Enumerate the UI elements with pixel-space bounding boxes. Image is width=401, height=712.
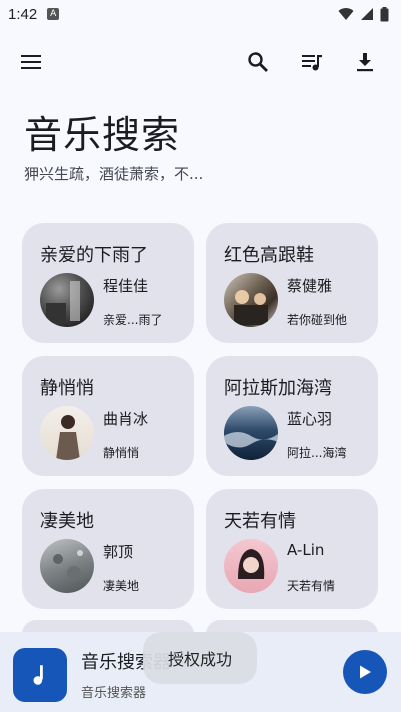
song-card[interactable]: 阿拉斯加海湾 蓝心羽 阿拉...海湾 <box>206 356 378 476</box>
song-card[interactable]: 凄美地 郭顶 凄美地 <box>22 489 194 609</box>
toast-message: 授权成功 <box>143 632 257 684</box>
song-title: 红色高跟鞋 <box>224 245 314 266</box>
song-card[interactable]: 天若有情 A-Lin 天若有情 <box>206 489 378 609</box>
playlist-icon <box>302 55 322 71</box>
page-title: 音乐搜索 <box>24 113 181 157</box>
download-icon <box>357 53 373 72</box>
album-cover <box>40 406 94 460</box>
notification-icon: A <box>47 8 60 20</box>
album-cover <box>224 539 278 593</box>
playlist-button[interactable] <box>292 42 332 82</box>
song-subtitle: 若你碰到他 <box>287 313 348 327</box>
song-title: 凄美地 <box>40 511 94 532</box>
song-artist: A-Lin <box>287 541 325 559</box>
battery-icon <box>380 6 389 21</box>
search-button[interactable] <box>238 42 278 82</box>
album-cover <box>224 273 278 327</box>
song-subtitle: 静悄悄 <box>103 446 140 460</box>
menu-button[interactable] <box>11 42 51 82</box>
song-title: 亲爱的下雨了 <box>40 245 148 266</box>
play-button[interactable] <box>343 650 387 694</box>
song-artist: 曲肖冰 <box>103 410 149 428</box>
search-icon <box>248 52 268 72</box>
song-card[interactable]: 亲爱的下雨了 程佳佳 亲爱...雨了 <box>22 223 194 343</box>
wifi-icon <box>338 8 354 20</box>
song-card[interactable]: 静悄悄 曲肖冰 静悄悄 <box>22 356 194 476</box>
song-card[interactable]: 红色高跟鞋 蔡健雅 若你碰到他 <box>206 223 378 343</box>
play-icon <box>360 665 371 679</box>
signal-icon <box>361 8 373 20</box>
page-subtitle: 狎兴生疏，酒徒萧索，不... <box>24 165 204 183</box>
download-button[interactable] <box>345 42 385 82</box>
status-time: 1:42 <box>8 5 38 23</box>
song-title: 天若有情 <box>224 511 296 532</box>
album-cover <box>40 273 94 327</box>
album-cover <box>224 406 278 460</box>
album-cover <box>40 539 94 593</box>
song-artist: 蔡健雅 <box>287 277 333 295</box>
song-title: 静悄悄 <box>40 378 94 399</box>
player-subtitle: 音乐搜索器 <box>81 686 147 701</box>
song-subtitle: 凄美地 <box>103 579 140 593</box>
song-artist: 郭顶 <box>103 543 134 561</box>
song-artist: 蓝心羽 <box>287 410 333 428</box>
app-bar <box>0 40 401 84</box>
player-artwork <box>13 648 67 702</box>
status-icons <box>338 6 389 22</box>
menu-icon <box>21 55 41 69</box>
song-subtitle: 阿拉...海湾 <box>287 446 347 460</box>
song-artist: 程佳佳 <box>103 277 149 295</box>
music-note-icon <box>33 665 43 685</box>
song-title: 阿拉斯加海湾 <box>224 378 332 399</box>
song-subtitle: 天若有情 <box>287 579 336 593</box>
song-subtitle: 亲爱...雨了 <box>103 313 163 327</box>
status-bar: 1:42 A <box>0 0 401 28</box>
